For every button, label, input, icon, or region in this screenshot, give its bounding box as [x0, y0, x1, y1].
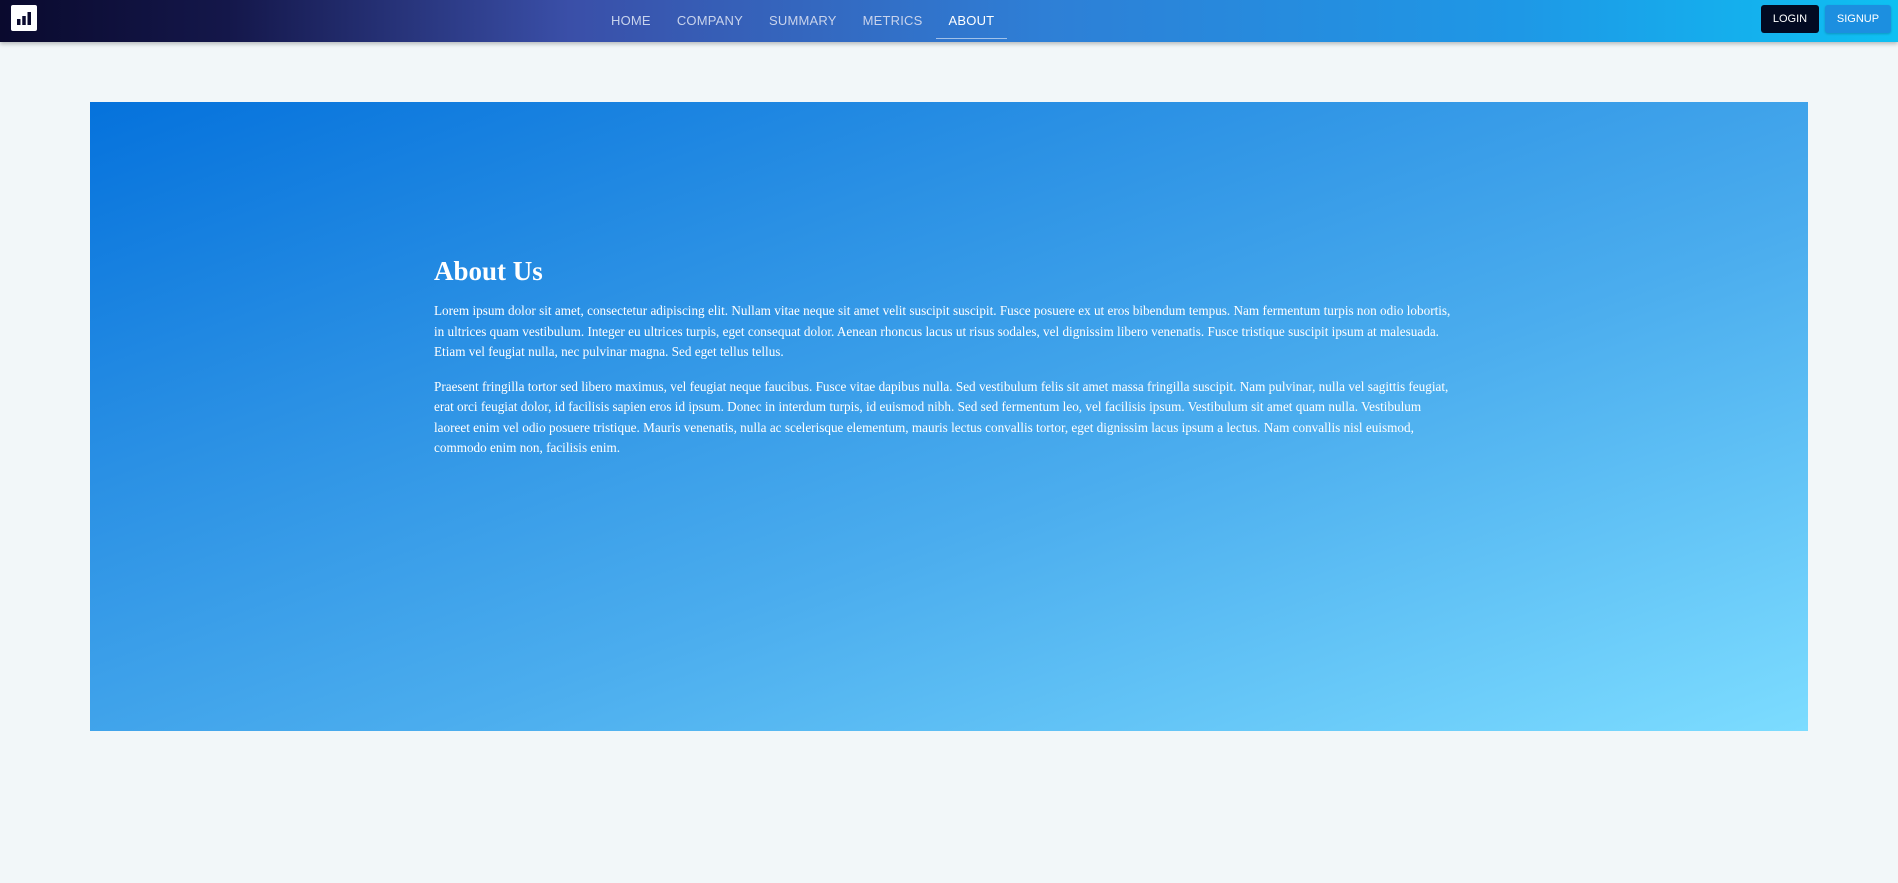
- bar-chart-icon[interactable]: [11, 5, 37, 31]
- signup-button[interactable]: SIGNUP: [1825, 5, 1891, 33]
- nav-summary-link[interactable]: SUMMARY: [756, 3, 850, 39]
- main-nav: HOME COMPANY SUMMARY METRICS ABOUT: [598, 0, 1008, 42]
- about-content: About Us Lorem ipsum dolor sit amet, con…: [434, 255, 1452, 473]
- about-title: About Us: [434, 256, 543, 286]
- nav-about-link[interactable]: ABOUT: [935, 3, 1008, 39]
- nav-home-link[interactable]: HOME: [598, 3, 664, 39]
- nav-company-link[interactable]: COMPANY: [664, 3, 756, 39]
- top-navbar: HOME COMPANY SUMMARY METRICS ABOUT LOGIN…: [0, 0, 1898, 42]
- nav-metrics-link[interactable]: METRICS: [850, 3, 936, 39]
- about-hero-section: About Us Lorem ipsum dolor sit amet, con…: [90, 102, 1808, 731]
- login-button[interactable]: LOGIN: [1761, 5, 1819, 33]
- about-paragraph-2: Praesent fringilla tortor sed libero max…: [434, 378, 1449, 456]
- about-paragraph-1: Lorem ipsum dolor sit amet, consectetur …: [434, 303, 1451, 359]
